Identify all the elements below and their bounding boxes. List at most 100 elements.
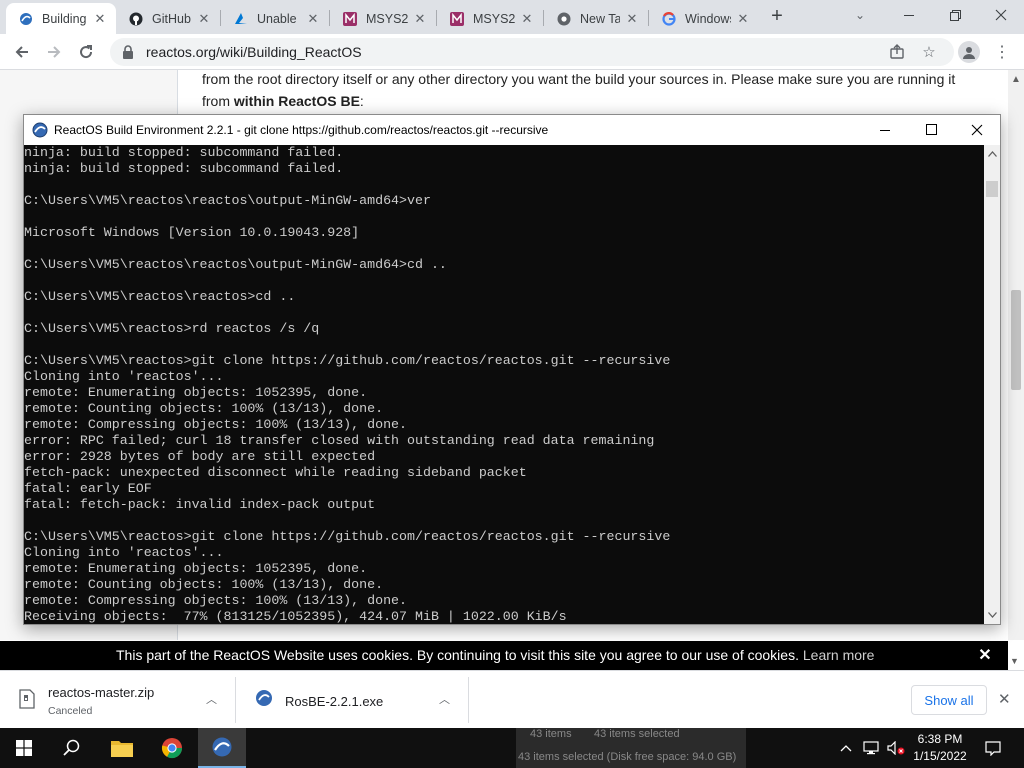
close-tab-icon[interactable]: ✕ (624, 11, 640, 27)
chrome-icon (556, 11, 572, 27)
rosbe-console-taskbar-icon[interactable] (198, 728, 246, 768)
notifications-icon[interactable] (978, 728, 1008, 768)
console-line: C:\Users\VM5\reactos>git clone https://g… (24, 529, 671, 544)
page-scroll-thumb[interactable] (1011, 290, 1021, 390)
file-explorer-icon[interactable] (98, 728, 146, 768)
console-line: ninja: build stopped: subcommand failed. (24, 145, 344, 160)
forward-button[interactable] (42, 40, 66, 64)
scroll-up-arrow-icon[interactable]: ▲ (1008, 72, 1024, 86)
console-close-button[interactable] (954, 115, 1000, 144)
cookie-close-icon[interactable]: ✕ (976, 646, 994, 664)
tab-new-tab[interactable]: New Tab ✕ (544, 3, 648, 34)
tab-msys2-1[interactable]: MSYS2 ✕ (330, 3, 436, 34)
reload-button[interactable] (74, 40, 98, 64)
tab-search-chevron-icon[interactable]: ⌄ (855, 8, 865, 22)
article-line: from within ReactOS BE: (202, 90, 982, 112)
download-status: Canceled (48, 705, 93, 717)
console-scrollbar[interactable] (984, 145, 1000, 624)
console-line: remote: Compressing objects: 100% (13/13… (24, 417, 408, 432)
console-minimize-button[interactable] (862, 115, 908, 144)
download-options-chevron-icon[interactable]: ︿ (206, 691, 217, 707)
console-line: remote: Enumerating objects: 1052395, do… (24, 561, 368, 576)
msys2-icon (449, 11, 465, 27)
console-maximize-button[interactable] (908, 115, 954, 144)
tab-title: Unable (257, 11, 297, 26)
chrome-taskbar-icon[interactable] (148, 728, 196, 768)
close-tab-icon[interactable]: ✕ (519, 11, 535, 27)
article-line: from the root directory itself or any ot… (202, 71, 956, 87)
tab-github[interactable]: GitHub ✕ (116, 3, 220, 34)
show-all-downloads-button[interactable]: Show all (911, 685, 987, 715)
console-line: Microsoft Windows [Version 10.0.19043.92… (24, 225, 360, 240)
url-text: reactos.org/wiki/Building_ReactOS (146, 44, 362, 60)
profile-avatar-icon[interactable] (958, 41, 980, 63)
tab-title: New Tab (580, 11, 620, 26)
tab-windows[interactable]: Windows ✕ (649, 3, 759, 34)
back-button[interactable] (10, 40, 34, 64)
address-bar[interactable]: reactos.org/wiki/Building_ReactOS ☆ (110, 38, 954, 66)
browser-restore-button[interactable] (932, 0, 978, 30)
new-tab-button[interactable]: + (766, 6, 788, 27)
download-item-reactos-zip[interactable]: reactos-master.zip Canceled ︿ (0, 677, 236, 723)
console-line: C:\Users\VM5\reactos\reactos\output-MinG… (24, 193, 431, 208)
bookmark-star-icon[interactable]: ☆ (920, 43, 938, 61)
console-line: C:\Users\VM5\reactos>git clone https://g… (24, 353, 671, 368)
browser-menu-icon[interactable]: ⋮ (994, 41, 1010, 63)
download-item-rosbe-exe[interactable]: RosBE-2.2.1.exe ︿ (237, 677, 469, 723)
ghost-text: 43 items selected (594, 728, 680, 740)
network-icon[interactable] (860, 728, 882, 768)
console-titlebar[interactable]: ReactOS Build Environment 2.2.1 - git cl… (24, 115, 1000, 144)
browser-minimize-button[interactable] (886, 0, 932, 30)
console-line: Cloning into 'reactos'... (24, 545, 224, 560)
close-tab-icon[interactable]: ✕ (92, 11, 108, 27)
close-download-shelf-icon[interactable]: ✕ (998, 690, 1011, 708)
show-hidden-icons-chevron-icon[interactable] (836, 728, 856, 768)
browser-close-button[interactable] (978, 0, 1024, 30)
lock-icon[interactable] (120, 44, 136, 60)
share-icon[interactable] (888, 43, 906, 61)
learn-more-link[interactable]: Learn more (803, 647, 875, 663)
console-scroll-thumb[interactable] (986, 181, 998, 197)
download-shelf: reactos-master.zip Canceled ︿ RosBE-2.2.… (0, 670, 1024, 728)
browser-toolbar: reactos.org/wiki/Building_ReactOS ☆ ⋮ (0, 34, 1024, 70)
article-text-span: : (359, 93, 364, 109)
console-line: ninja: build stopped: subcommand failed. (24, 161, 344, 176)
azure-icon (233, 11, 249, 27)
close-tab-icon[interactable]: ✕ (735, 11, 751, 27)
tab-msys2-2[interactable]: MSYS2 ✕ (437, 3, 543, 34)
scroll-down-arrow-icon[interactable] (984, 608, 1000, 622)
close-tab-icon[interactable]: ✕ (305, 11, 321, 27)
tab-title: Building (42, 11, 87, 26)
console-line: C:\Users\VM5\reactos\reactos>cd .. (24, 289, 296, 304)
close-tab-icon[interactable]: ✕ (196, 11, 212, 27)
zip-file-icon (18, 689, 38, 709)
windows-start-icon[interactable] (0, 728, 48, 768)
console-title: ReactOS Build Environment 2.2.1 - git cl… (54, 122, 549, 137)
tab-building[interactable]: Building ✕ (6, 3, 116, 34)
console-output[interactable]: ninja: build stopped: subcommand failed.… (24, 145, 984, 624)
close-tab-icon[interactable]: ✕ (412, 11, 428, 27)
tab-unable[interactable]: Unable ✕ (221, 3, 329, 34)
page-scrollbar[interactable]: ▲ (1008, 70, 1024, 640)
article-text-span: from (202, 93, 234, 109)
console-line: fatal: fetch-pack: invalid index-pack ou… (24, 497, 376, 512)
clock-time: 6:38 PM (917, 732, 963, 746)
search-icon[interactable] (48, 728, 96, 768)
download-options-chevron-icon[interactable]: ︿ (439, 691, 450, 707)
console-line: Receiving objects: 77% (813125/1052395),… (24, 609, 567, 624)
console-line: error: RPC failed; curl 18 transfer clos… (24, 433, 655, 448)
tab-title: MSYS2 (473, 11, 515, 26)
tab-title: GitHub (152, 11, 191, 26)
scroll-up-arrow-icon[interactable] (984, 147, 1000, 161)
volume-muted-icon[interactable] (884, 728, 908, 768)
scroll-down-arrow-icon[interactable]: ▼ (1010, 656, 1019, 666)
taskbar-clock[interactable]: 6:38 PM 1/15/2022 (910, 731, 970, 765)
tab-title: Windows (685, 11, 731, 26)
console-window[interactable]: ReactOS Build Environment 2.2.1 - git cl… (23, 114, 1001, 625)
rosbe-installer-icon (255, 689, 275, 709)
